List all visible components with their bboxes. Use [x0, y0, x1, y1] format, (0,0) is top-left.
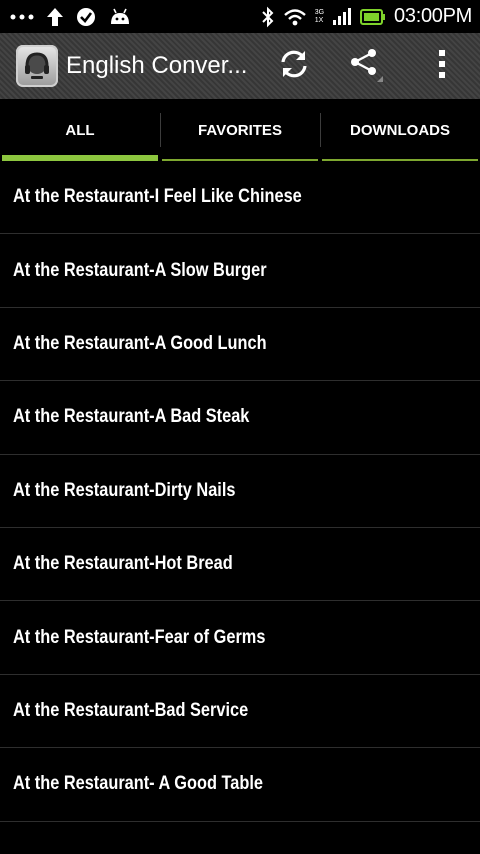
tab-all[interactable]: ALL [0, 99, 160, 161]
network-top-label: 3G [314, 8, 325, 16]
list-item[interactable]: At the Restaurant-Fear of Germs [0, 601, 480, 675]
share-button[interactable] [338, 33, 394, 99]
action-bar: English Conver... [0, 33, 480, 99]
list-item[interactable]: At the Restaurant-A Good Lunch [0, 308, 480, 382]
battery-icon [360, 8, 386, 25]
tab-bar: ALL FAVORITES DOWNLOADS [0, 99, 480, 161]
tab-downloads[interactable]: DOWNLOADS [320, 99, 480, 161]
refresh-button[interactable] [266, 33, 322, 99]
overflow-menu-button[interactable] [414, 33, 470, 99]
android-icon [108, 7, 132, 27]
wifi-icon [283, 7, 307, 27]
network-bottom-label: 1X [314, 16, 324, 24]
tab-all-label: ALL [65, 121, 95, 139]
list-item-title: At the Restaurant-A Slow Burger [13, 259, 267, 281]
list-item-title: At the Restaurant-I Feel Like Chinese [13, 186, 302, 208]
status-bar: 3G 1X 03:00PM [0, 0, 480, 33]
refresh-icon [277, 47, 311, 86]
upload-arrow-icon [46, 7, 64, 27]
list-item-title: At the Restaurant-Dirty Nails [13, 479, 236, 501]
list-item[interactable]: At the Restaurant-Dirty Nails [0, 455, 480, 528]
list-item-title: At the Restaurant-Fear of Germs [13, 626, 266, 648]
list-item[interactable]: At the Restaurant-Bad Service [0, 675, 480, 749]
more-dots-icon [10, 13, 34, 21]
app-title: English Conver... [66, 52, 248, 79]
conversation-list: At the Restaurant-I Feel Like Chinese At… [0, 161, 480, 822]
list-item[interactable]: At the Restaurant-I Feel Like Chinese [0, 161, 480, 235]
tab-favorites[interactable]: FAVORITES [160, 99, 320, 161]
share-icon [347, 45, 385, 88]
list-item-title: At the Restaurant- A Good Table [13, 773, 263, 795]
bluetooth-icon [261, 6, 275, 28]
tab-favorites-label: FAVORITES [198, 121, 282, 139]
list-item[interactable]: At the Restaurant-A Slow Burger [0, 234, 480, 308]
list-item-title: At the Restaurant-Hot Bread [13, 553, 233, 575]
status-time: 03:00PM [394, 5, 472, 27]
signal-icon [332, 7, 352, 26]
network-type-label: 3G 1X [315, 9, 324, 25]
overflow-menu-icon [438, 49, 446, 84]
list-item-title: At the Restaurant-Bad Service [13, 699, 249, 721]
list-item-title: At the Restaurant-A Good Lunch [13, 332, 267, 354]
list-item[interactable]: At the Restaurant-Hot Bread [0, 528, 480, 602]
list-item[interactable]: At the Restaurant-A Bad Steak [0, 381, 480, 455]
check-circle-icon [76, 7, 96, 27]
list-item[interactable]: At the Restaurant- A Good Table [0, 748, 480, 822]
list-item-title: At the Restaurant-A Bad Steak [13, 406, 250, 428]
app-logo-icon[interactable] [16, 45, 58, 87]
tab-downloads-label: DOWNLOADS [350, 121, 450, 139]
